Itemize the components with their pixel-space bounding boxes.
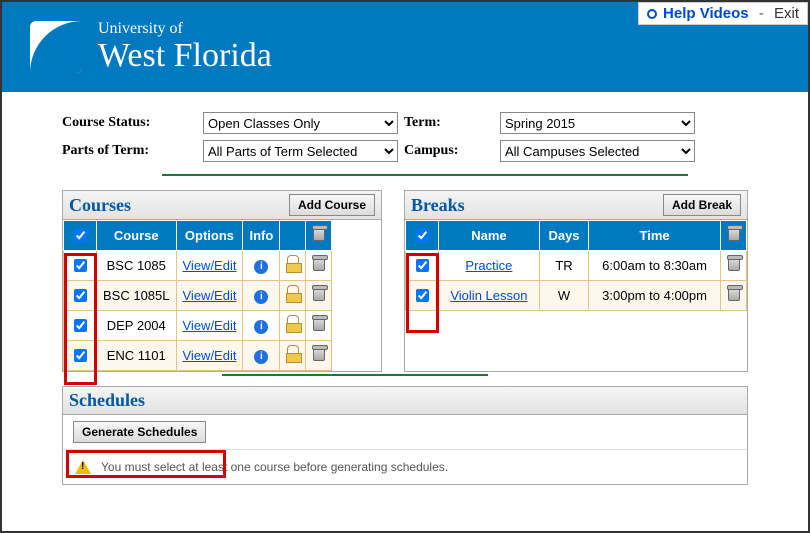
courses-header-course: Course	[97, 221, 177, 251]
course-checkbox[interactable]	[74, 289, 87, 302]
brand-text: University of West Florida	[98, 21, 272, 73]
trash-icon[interactable]	[728, 258, 740, 271]
courses-table: Course Options Info BSC 1085 View/Edit i	[63, 220, 332, 371]
course-status-select[interactable]: Open Classes Only	[203, 112, 398, 134]
breaks-panel: Breaks Add Break Name Days Time Practice…	[404, 190, 748, 372]
parts-of-term-select[interactable]: All Parts of Term Selected	[203, 140, 398, 162]
course-checkbox[interactable]	[74, 259, 87, 272]
view-edit-link[interactable]: View/Edit	[183, 258, 237, 273]
schedules-warning: You must select at least one course befo…	[63, 449, 747, 484]
trash-icon	[728, 228, 740, 241]
trash-icon[interactable]	[313, 288, 325, 301]
unlock-icon[interactable]	[287, 285, 299, 297]
breaks-table: Name Days Time Practice TR 6:00am to 8:3…	[405, 220, 747, 311]
generate-schedules-button[interactable]: Generate Schedules	[73, 421, 206, 443]
breaks-title: Breaks	[411, 195, 465, 216]
schedules-title: Schedules	[69, 390, 145, 411]
courses-title: Courses	[69, 195, 131, 216]
info-icon[interactable]: i	[254, 320, 268, 334]
warning-text: You must select at least one course befo…	[101, 460, 448, 474]
unlock-icon[interactable]	[287, 315, 299, 327]
help-videos-link[interactable]: Help Videos	[663, 5, 749, 22]
table-row: DEP 2004 View/Edit i	[64, 311, 332, 341]
warning-icon	[75, 460, 91, 474]
term-label: Term:	[404, 115, 494, 131]
break-checkbox[interactable]	[416, 259, 429, 272]
trash-icon	[313, 228, 325, 241]
trash-icon[interactable]	[313, 318, 325, 331]
view-edit-link[interactable]: View/Edit	[183, 318, 237, 333]
view-edit-link[interactable]: View/Edit	[183, 348, 237, 363]
break-name-link[interactable]: Practice	[465, 258, 512, 273]
info-icon[interactable]: i	[254, 260, 268, 274]
breaks-header-name: Name	[439, 221, 540, 251]
separator: -	[759, 5, 764, 22]
info-icon[interactable]: i	[254, 290, 268, 304]
course-code: BSC 1085	[97, 251, 177, 281]
filters: Course Status: Open Classes Only Term: S…	[2, 92, 808, 170]
parts-of-term-label: Parts of Term:	[62, 143, 197, 159]
exit-link[interactable]: Exit	[774, 5, 799, 22]
view-edit-link[interactable]: View/Edit	[183, 288, 237, 303]
add-course-button[interactable]: Add Course	[289, 194, 375, 216]
trash-icon[interactable]	[728, 288, 740, 301]
breaks-select-all-checkbox[interactable]	[416, 229, 429, 242]
break-name-link[interactable]: Violin Lesson	[450, 288, 527, 303]
help-videos-icon	[647, 9, 657, 19]
table-row: ENC 1101 View/Edit i	[64, 341, 332, 371]
course-status-label: Course Status:	[62, 115, 197, 131]
courses-select-all-checkbox[interactable]	[74, 229, 87, 242]
table-row: Practice TR 6:00am to 8:30am	[406, 251, 747, 281]
course-code: ENC 1101	[97, 341, 177, 371]
breaks-header-time: Time	[589, 221, 721, 251]
break-days: TR	[539, 251, 588, 281]
unlock-icon[interactable]	[287, 345, 299, 357]
course-checkbox[interactable]	[74, 319, 87, 332]
campus-select[interactable]: All Campuses Selected	[500, 140, 695, 162]
course-code: BSC 1085L	[97, 281, 177, 311]
table-row: BSC 1085L View/Edit i	[64, 281, 332, 311]
table-row: BSC 1085 View/Edit i	[64, 251, 332, 281]
course-code: DEP 2004	[97, 311, 177, 341]
brand-univ-of: University of	[98, 21, 272, 38]
divider	[222, 374, 488, 376]
schedules-panel: Schedules Generate Schedules You must se…	[62, 386, 748, 485]
break-checkbox[interactable]	[416, 289, 429, 302]
break-days: W	[539, 281, 588, 311]
top-bar: Help Videos - Exit	[638, 2, 808, 25]
courses-header-info: Info	[243, 221, 280, 251]
trash-icon[interactable]	[313, 348, 325, 361]
break-time: 6:00am to 8:30am	[589, 251, 721, 281]
unlock-icon[interactable]	[287, 255, 299, 267]
course-checkbox[interactable]	[74, 349, 87, 362]
breaks-header-days: Days	[539, 221, 588, 251]
campus-label: Campus:	[404, 143, 494, 159]
add-break-button[interactable]: Add Break	[663, 194, 741, 216]
info-icon[interactable]: i	[254, 350, 268, 364]
courses-panel: Courses Add Course Course Options Info B…	[62, 190, 382, 372]
brand-name: West Florida	[98, 38, 272, 74]
table-row: Violin Lesson W 3:00pm to 4:00pm	[406, 281, 747, 311]
term-select[interactable]: Spring 2015	[500, 112, 695, 134]
uwf-logo-icon	[30, 21, 82, 73]
courses-header-options: Options	[176, 221, 243, 251]
break-time: 3:00pm to 4:00pm	[589, 281, 721, 311]
trash-icon[interactable]	[313, 258, 325, 271]
